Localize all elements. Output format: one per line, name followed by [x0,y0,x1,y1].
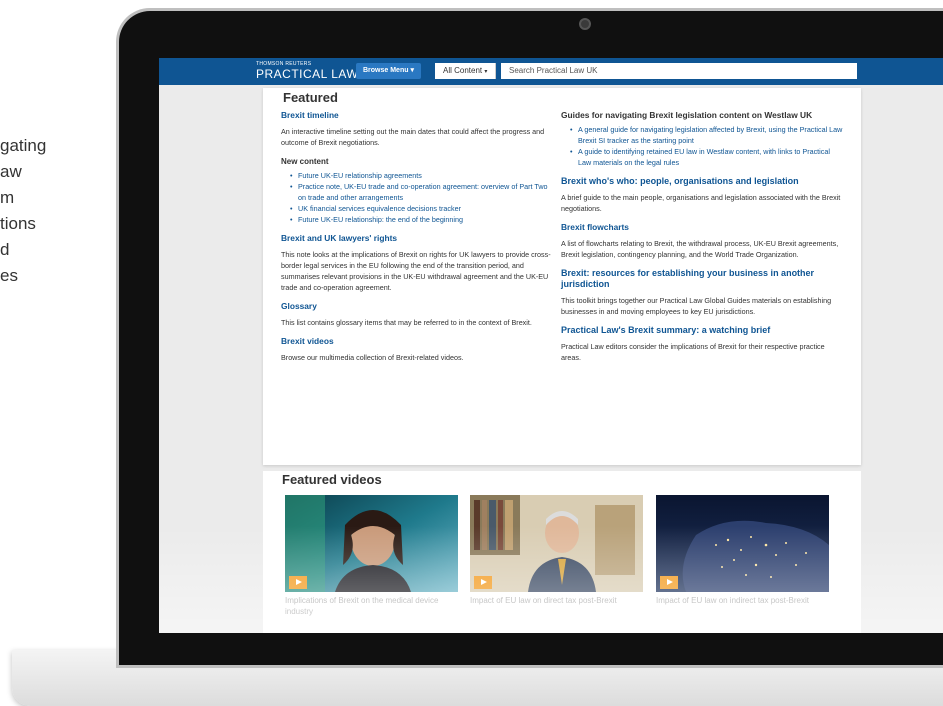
featured-right-column: Guides for navigating Brexit legislation… [561,110,843,371]
side-text-line: gating [0,136,47,155]
logo-big-text: PRACTICAL LAW [256,67,359,81]
lawyers-rights-link[interactable]: Brexit and UK lawyers' rights [281,233,553,244]
new-content-link[interactable]: UK financial services equivalence decisi… [290,203,553,214]
featured-panel: Featured Brexit timeline An interactive … [263,88,861,465]
video-caption[interactable]: Implications of Brexit on the medical de… [285,595,458,617]
featured-left-column: Brexit timeline An interactive timeline … [281,110,553,371]
glossary-link[interactable]: Glossary [281,301,553,312]
guides-list: A general guide for navigating legislati… [561,124,843,168]
content-filter-dropdown[interactable]: All Content ▾ [435,63,497,79]
play-icon [289,576,307,589]
new-content-link[interactable]: Practice note, UK-EU trade and co-operat… [290,181,553,203]
video-thumbnail-image [470,495,643,592]
video-thumbnail[interactable] [470,495,643,592]
brexit-summary-desc: Practical Law editors consider the impli… [561,342,825,362]
guide-link[interactable]: A general guide for navigating legislati… [570,124,843,146]
laptop-bezel: THOMSON REUTERS PRACTICAL LAW Browse Men… [116,8,943,668]
side-text-line: aw [0,162,22,181]
glossary-desc: This list contains glossary items that m… [281,318,532,327]
flowcharts-link[interactable]: Brexit flowcharts [561,222,843,233]
video-caption[interactable]: Impact of EU law on indirect tax post-Br… [656,595,829,606]
new-content-heading: New content [281,157,329,166]
side-text-line: m [0,188,15,207]
video-thumbnail-image [656,495,829,592]
brexit-summary-link[interactable]: Practical Law's Brexit summary: a watchi… [561,325,843,336]
background-side-text: gating aw m tions d es [0,133,46,289]
search-input[interactable]: Search Practical Law UK [501,63,857,79]
side-text-line: es [0,266,18,285]
screen: THOMSON REUTERS PRACTICAL LAW Browse Men… [159,58,943,633]
side-text-line: d [0,240,10,259]
new-content-link[interactable]: Future UK-EU relationship: the end of th… [290,214,553,225]
flowcharts-desc: A list of flowcharts relating to Brexit,… [561,239,839,259]
chevron-down-icon: ▾ [484,69,488,75]
chevron-down-icon: ▾ [410,67,414,74]
guide-link[interactable]: A guide to identifying retained EU law i… [570,146,843,168]
guides-heading: Guides for navigating Brexit legislation… [561,110,813,120]
brexit-videos-link[interactable]: Brexit videos [281,336,553,347]
brexit-videos-desc: Browse our multimedia collection of Brex… [281,353,464,362]
featured-heading: Featured [283,90,338,105]
featured-videos-heading: Featured videos [282,472,382,487]
play-icon [660,576,678,589]
new-content-link[interactable]: Future UK-EU relationship agreements [290,170,553,181]
video-thumbnail[interactable] [656,495,829,592]
browse-menu-button[interactable]: Browse Menu ▾ [356,63,421,79]
video-thumbnail[interactable] [285,495,458,592]
whos-who-desc: A brief guide to the main people, organi… [561,193,841,213]
new-content-list: Future UK-EU relationship agreements Pra… [281,170,553,225]
resources-link[interactable]: Brexit: resources for establishing your … [561,268,843,290]
browse-menu-label: Browse Menu [363,67,409,74]
content-filter-label: All Content [443,66,483,75]
camera-icon [579,18,591,30]
featured-videos-panel: Featured videos Implications of Brexit o… [263,471,861,633]
brexit-timeline-link[interactable]: Brexit timeline [281,110,553,121]
resources-desc: This toolkit brings together our Practic… [561,296,832,316]
lawyers-rights-desc: This note looks at the implications of B… [281,250,551,292]
brexit-timeline-desc: An interactive timeline setting out the … [281,127,545,147]
side-text-line: tions [0,214,36,233]
top-navigation-bar: THOMSON REUTERS PRACTICAL LAW Browse Men… [159,58,943,85]
whos-who-link[interactable]: Brexit who's who: people, organisations … [561,176,843,187]
video-caption[interactable]: Impact of EU law on direct tax post-Brex… [470,595,643,606]
practical-law-logo[interactable]: THOMSON REUTERS PRACTICAL LAW [256,61,358,81]
play-icon [474,576,492,589]
video-thumbnail-image [285,495,458,592]
